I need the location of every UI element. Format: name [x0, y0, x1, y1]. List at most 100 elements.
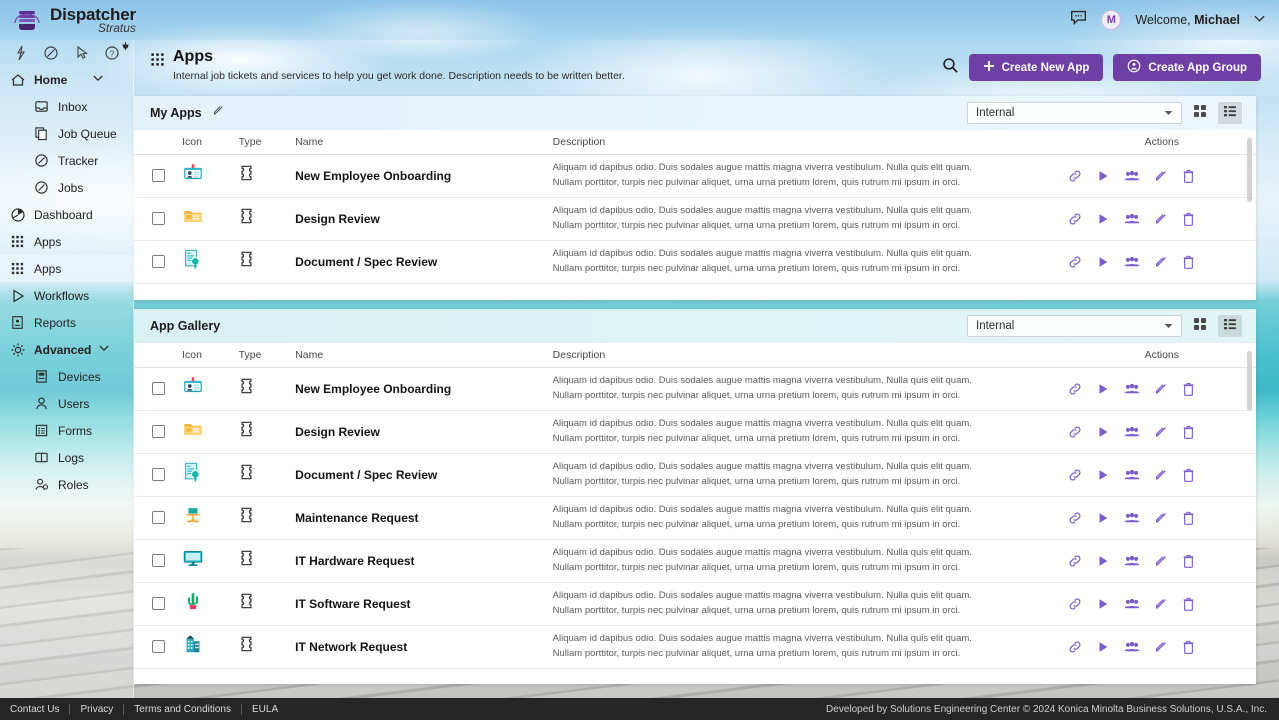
people-icon[interactable]	[1124, 382, 1140, 396]
footer-link-terms[interactable]: Terms and Conditions	[124, 703, 242, 715]
trash-icon[interactable]	[1182, 640, 1195, 654]
trash-icon[interactable]	[1182, 425, 1195, 439]
pencil-icon[interactable]	[1154, 468, 1168, 482]
people-icon[interactable]	[1124, 212, 1140, 226]
my-apps-filter-select[interactable]: Internal	[967, 102, 1182, 124]
trash-icon[interactable]	[1182, 212, 1195, 226]
table-row[interactable]: IT Network Request Aliquam id dapibus odi…	[134, 625, 1256, 669]
table-row[interactable]: IT Software Request Aliquam id dapibus od…	[134, 582, 1256, 626]
trash-icon[interactable]	[1182, 468, 1195, 482]
trash-icon[interactable]	[1182, 511, 1195, 525]
row-checkbox[interactable]	[151, 381, 165, 395]
link-icon[interactable]	[1068, 169, 1082, 183]
table-row[interactable]: IT Hardware Request Aliquam id dapibus od…	[134, 539, 1256, 583]
help-circle-icon[interactable]: ?	[104, 45, 120, 61]
play-icon[interactable]	[1096, 255, 1110, 269]
link-icon[interactable]	[1068, 255, 1082, 269]
footer-link-eula[interactable]: EULA	[242, 704, 288, 715]
link-icon[interactable]	[1068, 597, 1082, 611]
sidebar-item-devices[interactable]: Devices	[0, 363, 133, 390]
my-apps-grid-view-button[interactable]	[1188, 102, 1212, 124]
play-icon[interactable]	[1096, 511, 1110, 525]
pencil-icon[interactable]	[1154, 425, 1168, 439]
cursor-add-icon[interactable]	[74, 45, 90, 61]
people-icon[interactable]	[1124, 640, 1140, 654]
pencil-icon[interactable]	[1154, 640, 1168, 654]
trash-icon[interactable]	[1182, 255, 1195, 269]
sidebar-item-apps[interactable]: Apps	[0, 228, 133, 255]
brand-logo[interactable]: Dispatcher Stratus	[12, 5, 136, 35]
pin-icon[interactable]	[121, 42, 130, 57]
row-checkbox[interactable]	[151, 424, 165, 438]
people-icon[interactable]	[1124, 597, 1140, 611]
row-checkbox[interactable]	[151, 553, 165, 567]
avatar[interactable]: M	[1101, 10, 1122, 30]
sidebar-item-jobs[interactable]: Jobs	[0, 174, 133, 201]
app-gallery-list-view-button[interactable]	[1218, 315, 1242, 337]
pencil-icon[interactable]	[1154, 212, 1168, 226]
row-checkbox[interactable]	[151, 254, 165, 268]
create-new-app-button[interactable]: Create New App	[968, 54, 1104, 81]
people-icon[interactable]	[1124, 468, 1140, 482]
link-icon[interactable]	[1068, 511, 1082, 525]
pencil-icon[interactable]	[212, 104, 225, 122]
people-icon[interactable]	[1124, 554, 1140, 568]
link-icon[interactable]	[1068, 468, 1082, 482]
people-icon[interactable]	[1124, 255, 1140, 269]
table-row[interactable]: Design Review Aliquam id dapibus odio. Du…	[134, 410, 1256, 454]
sidebar-item-users[interactable]: Users	[0, 390, 133, 417]
play-icon[interactable]	[1096, 554, 1110, 568]
sidebar-item-forms[interactable]: Forms	[0, 417, 133, 444]
link-icon[interactable]	[1068, 640, 1082, 654]
sidebar-item-logs[interactable]: Logs	[0, 444, 133, 471]
chat-bubble-icon[interactable]	[1070, 9, 1087, 31]
link-icon[interactable]	[1068, 382, 1082, 396]
table-row[interactable]: New Employee Onboarding Aliquam id dapibu…	[134, 154, 1256, 198]
row-checkbox[interactable]	[151, 639, 165, 653]
play-icon[interactable]	[1096, 169, 1110, 183]
app-gallery-scrollbar[interactable]	[1247, 351, 1252, 411]
people-icon[interactable]	[1124, 425, 1140, 439]
sidebar-item-reports[interactable]: Reports	[0, 309, 133, 336]
table-row[interactable]: Document / Spec Review Aliquam id dapibus…	[134, 240, 1256, 284]
link-icon[interactable]	[1068, 554, 1082, 568]
row-checkbox[interactable]	[151, 467, 165, 481]
sidebar-item-home[interactable]: Home	[0, 66, 133, 93]
pencil-icon[interactable]	[1154, 169, 1168, 183]
my-apps-list-view-button[interactable]	[1218, 102, 1242, 124]
row-checkbox[interactable]	[151, 596, 165, 610]
trash-icon[interactable]	[1182, 169, 1195, 183]
table-row[interactable]: Design Review Aliquam id dapibus odio. Du…	[134, 197, 1256, 241]
pencil-icon[interactable]	[1154, 382, 1168, 396]
people-icon[interactable]	[1124, 511, 1140, 525]
check-circle-icon[interactable]	[43, 45, 59, 61]
row-checkbox[interactable]	[151, 168, 165, 182]
sidebar-item-job-queue[interactable]: Job Queue	[0, 120, 133, 147]
link-icon[interactable]	[1068, 212, 1082, 226]
chevron-down-icon[interactable]	[1254, 14, 1265, 26]
trash-icon[interactable]	[1182, 382, 1195, 396]
row-checkbox[interactable]	[151, 211, 165, 225]
play-icon[interactable]	[1096, 468, 1110, 482]
sidebar-item-apps-active[interactable]: Apps	[0, 255, 133, 282]
table-row[interactable]: Document / Spec Review Aliquam id dapibus…	[134, 453, 1256, 497]
pencil-icon[interactable]	[1154, 597, 1168, 611]
sidebar-item-tracker[interactable]: Tracker	[0, 147, 133, 174]
app-gallery-filter-select[interactable]: Internal	[967, 315, 1182, 337]
sidebar-item-advanced[interactable]: Advanced	[0, 336, 133, 363]
table-row[interactable]: New Employee Onboarding Aliquam id dapibu…	[134, 367, 1256, 411]
link-icon[interactable]	[1068, 425, 1082, 439]
footer-link-privacy[interactable]: Privacy	[70, 703, 125, 715]
footer-link-contact-us[interactable]: Contact Us	[10, 703, 71, 715]
my-apps-scrollbar[interactable]	[1247, 138, 1252, 202]
row-checkbox[interactable]	[151, 510, 165, 524]
trash-icon[interactable]	[1182, 554, 1195, 568]
pencil-icon[interactable]	[1154, 511, 1168, 525]
sidebar-item-roles[interactable]: Roles	[0, 471, 133, 498]
search-icon[interactable]	[942, 57, 959, 79]
lightning-icon[interactable]	[13, 45, 29, 61]
table-row[interactable]: Maintenance Request Aliquam id dapibus od…	[134, 496, 1256, 540]
play-icon[interactable]	[1096, 212, 1110, 226]
play-icon[interactable]	[1096, 597, 1110, 611]
sidebar-item-inbox[interactable]: Inbox	[0, 93, 133, 120]
